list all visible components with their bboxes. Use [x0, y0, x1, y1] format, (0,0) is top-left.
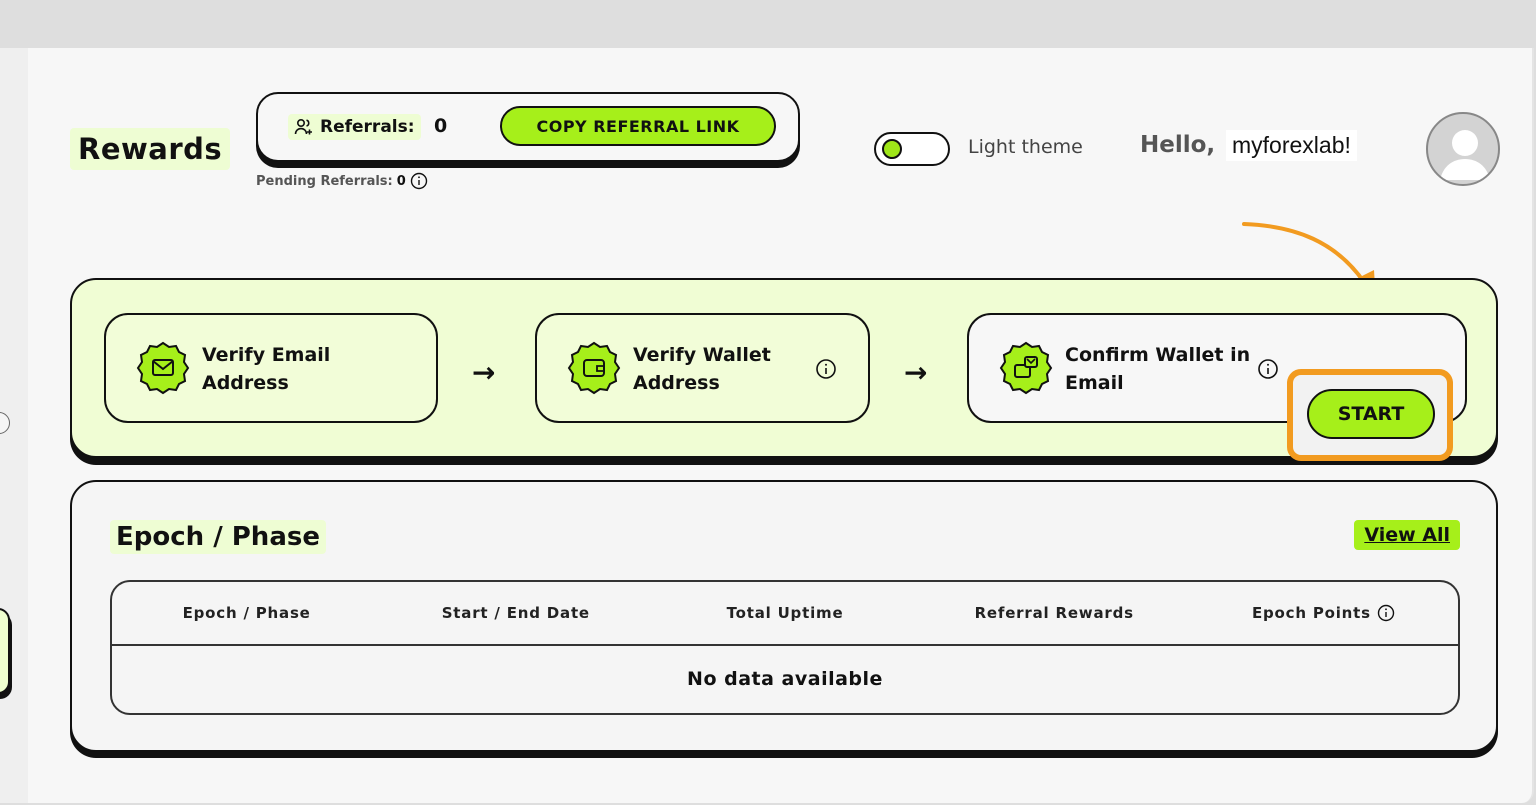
avatar[interactable] — [1426, 112, 1500, 186]
column-header: Total Uptime — [726, 604, 844, 622]
wallet-icon — [567, 341, 621, 395]
referrals-count: 0 — [434, 115, 448, 137]
referral-card: Referrals: 0 COPY REFERRAL LINK — [256, 92, 800, 162]
start-button[interactable]: START — [1307, 389, 1435, 439]
confirm-wallet-icon — [999, 341, 1053, 395]
epoch-title: Epoch / Phase — [110, 520, 326, 554]
app-frame: Rewards Referrals: 0 COPY REFERRAL LINK … — [0, 48, 1534, 803]
info-icon[interactable] — [1377, 604, 1395, 622]
empty-state: No data available — [687, 668, 883, 690]
column-header: Start / End Date — [441, 604, 590, 622]
sidebar-card-edge — [0, 608, 10, 694]
step-label: Verify Email Address — [202, 344, 331, 394]
start-button-highlight: START — [1287, 369, 1453, 461]
arrow-right-icon: → — [472, 356, 496, 389]
epoch-table: Epoch / Phase Start / End Date Total Upt… — [110, 580, 1460, 715]
theme-label: Light theme — [968, 136, 1083, 158]
pending-referrals: Pending Referrals: 0 — [256, 172, 428, 190]
step-label: Verify Wallet Address — [633, 344, 771, 394]
info-icon[interactable] — [815, 358, 837, 380]
view-all-link[interactable]: View All — [1354, 520, 1460, 550]
copy-referral-link-button[interactable]: COPY REFERRAL LINK — [500, 106, 776, 146]
column-header: Epoch Points — [1189, 604, 1458, 622]
info-icon[interactable] — [1257, 358, 1279, 380]
greeting: Hello, — [1140, 132, 1216, 158]
step-label: Confirm Wallet in Email — [1065, 344, 1251, 394]
onboarding-steps-panel: Verify Email Address → Verify Wallet Add… — [70, 278, 1498, 458]
pending-referrals-count: 0 — [396, 173, 406, 189]
info-icon[interactable] — [410, 172, 428, 190]
user-avatar-icon — [1440, 130, 1490, 180]
column-header: Referral Rewards — [974, 604, 1134, 622]
referrals-label-group: Referrals: — [288, 114, 421, 140]
username: myforexlab! — [1226, 130, 1357, 161]
step-verify-wallet[interactable]: Verify Wallet Address — [535, 313, 870, 423]
arrow-right-icon: → — [904, 356, 928, 389]
email-icon — [136, 341, 190, 395]
page-title: Rewards — [70, 128, 231, 170]
referrals-label: Referrals: — [320, 117, 415, 137]
step-verify-email[interactable]: Verify Email Address — [104, 313, 438, 423]
table-header: Epoch / Phase Start / End Date Total Upt… — [112, 582, 1458, 646]
column-header: Epoch / Phase — [182, 604, 311, 622]
users-icon — [294, 118, 312, 135]
epoch-panel: Epoch / Phase View All Epoch / Phase Sta… — [70, 480, 1498, 752]
pending-referrals-label: Pending Referrals: — [256, 173, 393, 189]
theme-toggle[interactable] — [874, 132, 950, 166]
theme-toggle-knob — [882, 139, 902, 159]
